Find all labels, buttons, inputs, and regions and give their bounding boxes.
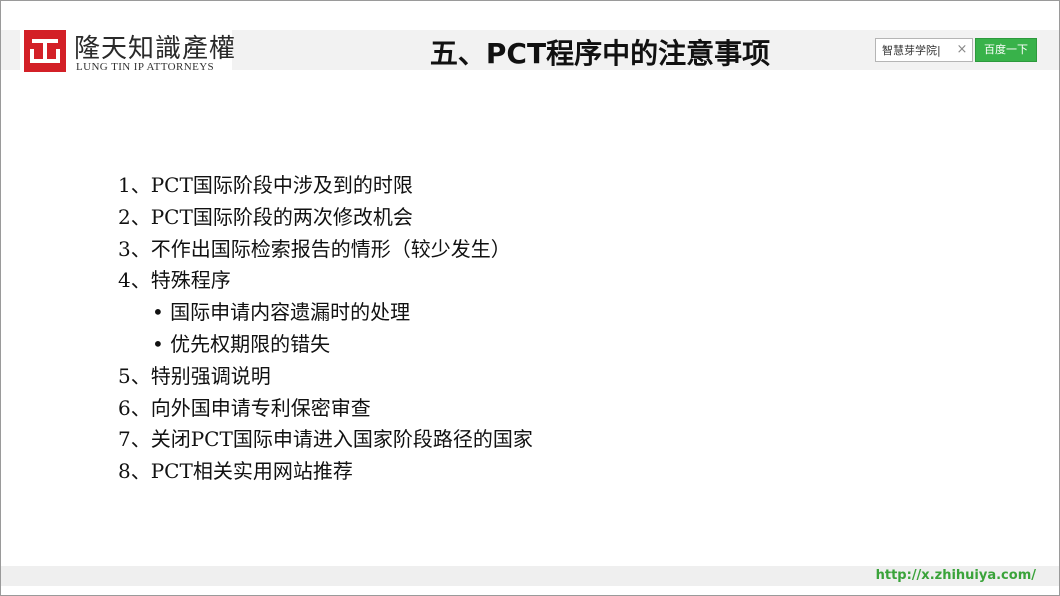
search-input[interactable]: [876, 39, 956, 61]
agenda-item-5: 5、特别强调说明: [118, 363, 271, 388]
logo-name-chinese: 隆天知識產權: [74, 34, 237, 64]
lung-tin-logo-icon: [24, 30, 66, 72]
company-logo: 隆天知識產權 LUNG TIN IP ATTORNEYS: [20, 26, 235, 76]
agenda-list: 1、PCT国际阶段中涉及到的时限 2、PCT国际阶段的两次修改机会 3、不作出国…: [118, 170, 533, 488]
slide-title: 五、PCT程序中的注意事项: [429, 37, 771, 70]
agenda-item-3: 3、不作出国际检索报告的情形（较少发生）: [118, 236, 511, 261]
search-box[interactable]: ×: [875, 38, 973, 62]
agenda-item-1: 1、PCT国际阶段中涉及到的时限: [118, 173, 413, 197]
agenda-subitem-4-1: • 国际申请内容遗漏时的处理: [152, 300, 411, 325]
agenda-item-6: 6、向外国申请专利保密审查: [118, 395, 371, 420]
agenda-item-8: 8、PCT相关实用网站推荐: [118, 459, 353, 484]
baidu-search-button[interactable]: 百度一下: [975, 38, 1037, 62]
clear-icon[interactable]: ×: [955, 42, 969, 58]
agenda-subitem-4-2: • 优先权期限的错失: [152, 331, 331, 356]
logo-name-english: LUNG TIN IP ATTORNEYS: [76, 61, 215, 73]
agenda-item-4: 4、特殊程序: [118, 268, 231, 293]
agenda-item-7: 7、关闭PCT国际申请进入国家阶段路径的国家: [118, 427, 533, 452]
agenda-item-2: 2、PCT国际阶段的两次修改机会: [118, 204, 413, 229]
footer-url: http://x.zhihuiya.com/: [875, 568, 1036, 583]
